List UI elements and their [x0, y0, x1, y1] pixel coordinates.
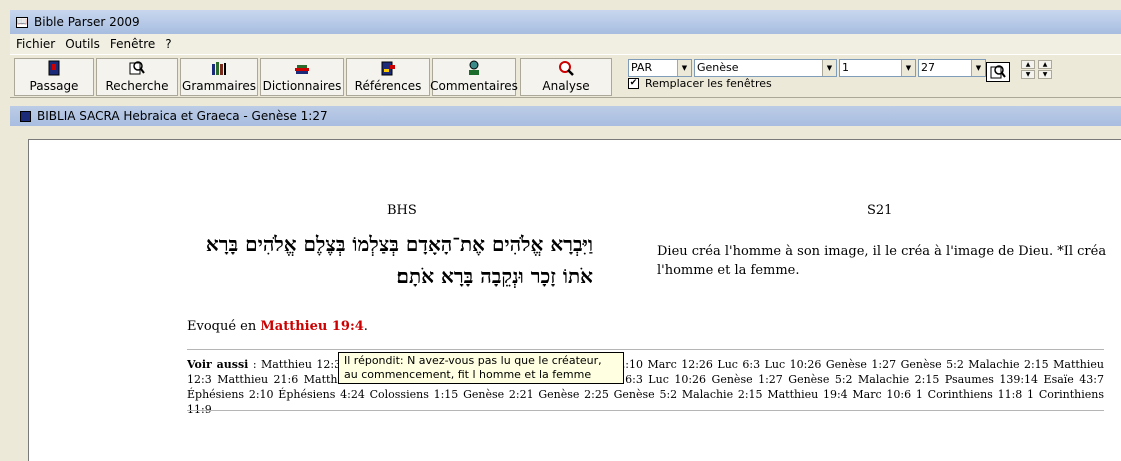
book-select-value: Genèse — [697, 61, 739, 74]
french-text: Dieu créa l'homme à son image, il le cré… — [657, 244, 1107, 278]
verse-select-value: 27 — [921, 61, 935, 74]
replace-windows-checkbox[interactable]: ✔ — [628, 78, 639, 89]
book-select[interactable]: Genèse ▼ — [694, 59, 837, 77]
evoque-suffix: . — [363, 319, 368, 334]
evoque-reference-link[interactable]: Matthieu 19:4 — [260, 319, 363, 334]
bible-book-icon — [20, 110, 31, 122]
recherche-label: Recherche — [105, 79, 169, 93]
document-title: BIBLIA SACRA Hebraica et Graeca - Genèse… — [37, 109, 328, 123]
app-book-icon: 📖 — [16, 16, 28, 28]
recherche-button[interactable]: Recherche — [96, 58, 178, 96]
verse-select[interactable]: 27 ▼ — [918, 59, 986, 77]
passage-label: Passage — [29, 79, 79, 93]
commentary-person-icon — [466, 60, 482, 76]
passage-button[interactable]: Passage — [14, 58, 94, 96]
divider-bottom — [187, 410, 1104, 411]
divider-top — [187, 349, 1104, 350]
passage-content: BHS S21 וַיִּבְרָא אֱלֹהִים אֶת־הָאָדָם … — [28, 139, 1121, 461]
commentaires-label: Commentaires — [430, 79, 518, 93]
spin-down-left-icon[interactable]: ▼ — [1021, 70, 1035, 79]
search-magnifier-icon — [129, 60, 145, 76]
commentaires-button[interactable]: Commentaires — [430, 58, 518, 96]
menu-outils[interactable]: Outils — [65, 37, 100, 51]
window-title: Bible Parser 2009 — [34, 15, 140, 29]
version-select-value: PAR — [631, 61, 653, 74]
s21-header: S21 — [867, 203, 893, 218]
hebrew-text[interactable]: וַיִּבְרָא אֱלֹהִים אֶת־הָאָדָם בְּצַלְמ… — [187, 228, 593, 292]
chapter-select[interactable]: 1 ▼ — [839, 59, 916, 77]
menu-help[interactable]: ? — [165, 37, 171, 51]
grammar-books-icon — [211, 60, 227, 76]
reference-tooltip: Il répondit: N avez-vous pas lu que le c… — [338, 352, 624, 384]
dictionary-books-icon — [294, 60, 310, 76]
bhs-header: BHS — [387, 203, 417, 218]
spin-down-right-icon[interactable]: ▼ — [1038, 70, 1052, 79]
window-titlebar[interactable]: 📖 Bible Parser 2009 — [10, 10, 1121, 34]
voir-aussi-label: Voir aussi — [187, 358, 249, 371]
replace-windows-option[interactable]: ✔ Remplacer les fenêtres — [628, 77, 772, 90]
bible-book-icon — [46, 60, 62, 76]
evoque-prefix: Evoqué en — [187, 319, 261, 334]
analyse-button[interactable]: Analyse — [520, 58, 612, 96]
dictionnaires-label: Dictionnaires — [262, 79, 342, 93]
version-select[interactable]: PAR ▼ — [628, 59, 692, 77]
chevron-down-icon[interactable]: ▼ — [901, 60, 915, 76]
spin-up-left-icon[interactable]: ▲ — [1021, 60, 1035, 69]
grammaires-label: Grammaires — [182, 79, 256, 93]
references-book-icon — [380, 60, 396, 76]
evoque-line: Evoqué en Matthieu 19:4. — [187, 319, 368, 334]
voir-aussi-block[interactable]: Voir aussi : Matthieu 12:3 Matthieu 21:6… — [187, 357, 1104, 417]
analyse-label: Analyse — [542, 79, 590, 93]
references-label: Références — [354, 79, 422, 93]
chevron-down-icon[interactable]: ▼ — [822, 60, 836, 76]
document-titlebar[interactable]: BIBLIA SACRA Hebraica et Graeca - Genèse… — [10, 106, 1121, 126]
dictionnaires-button[interactable]: Dictionnaires — [260, 58, 344, 96]
grammaires-button[interactable]: Grammaires — [180, 58, 258, 96]
menu-fichier[interactable]: Fichier — [16, 37, 55, 51]
menu-fenetre[interactable]: Fenêtre — [110, 37, 155, 51]
replace-windows-label: Remplacer les fenêtres — [645, 77, 772, 90]
analysis-magnifier-icon — [558, 60, 574, 76]
voir-aussi-references[interactable]: : Matthieu 12:3 Matthieu 21:6 Matthieu 1… — [187, 358, 1104, 416]
menu-bar: Fichier Outils Fenêtre ? — [10, 34, 1121, 54]
chevron-down-icon[interactable]: ▼ — [677, 60, 691, 76]
find-verse-button[interactable] — [986, 62, 1010, 82]
references-button[interactable]: Références — [346, 58, 430, 96]
search-icon — [990, 65, 1006, 79]
chapter-select-value: 1 — [842, 61, 849, 74]
spin-up-right-icon[interactable]: ▲ — [1038, 60, 1052, 69]
chevron-down-icon[interactable]: ▼ — [971, 60, 985, 76]
